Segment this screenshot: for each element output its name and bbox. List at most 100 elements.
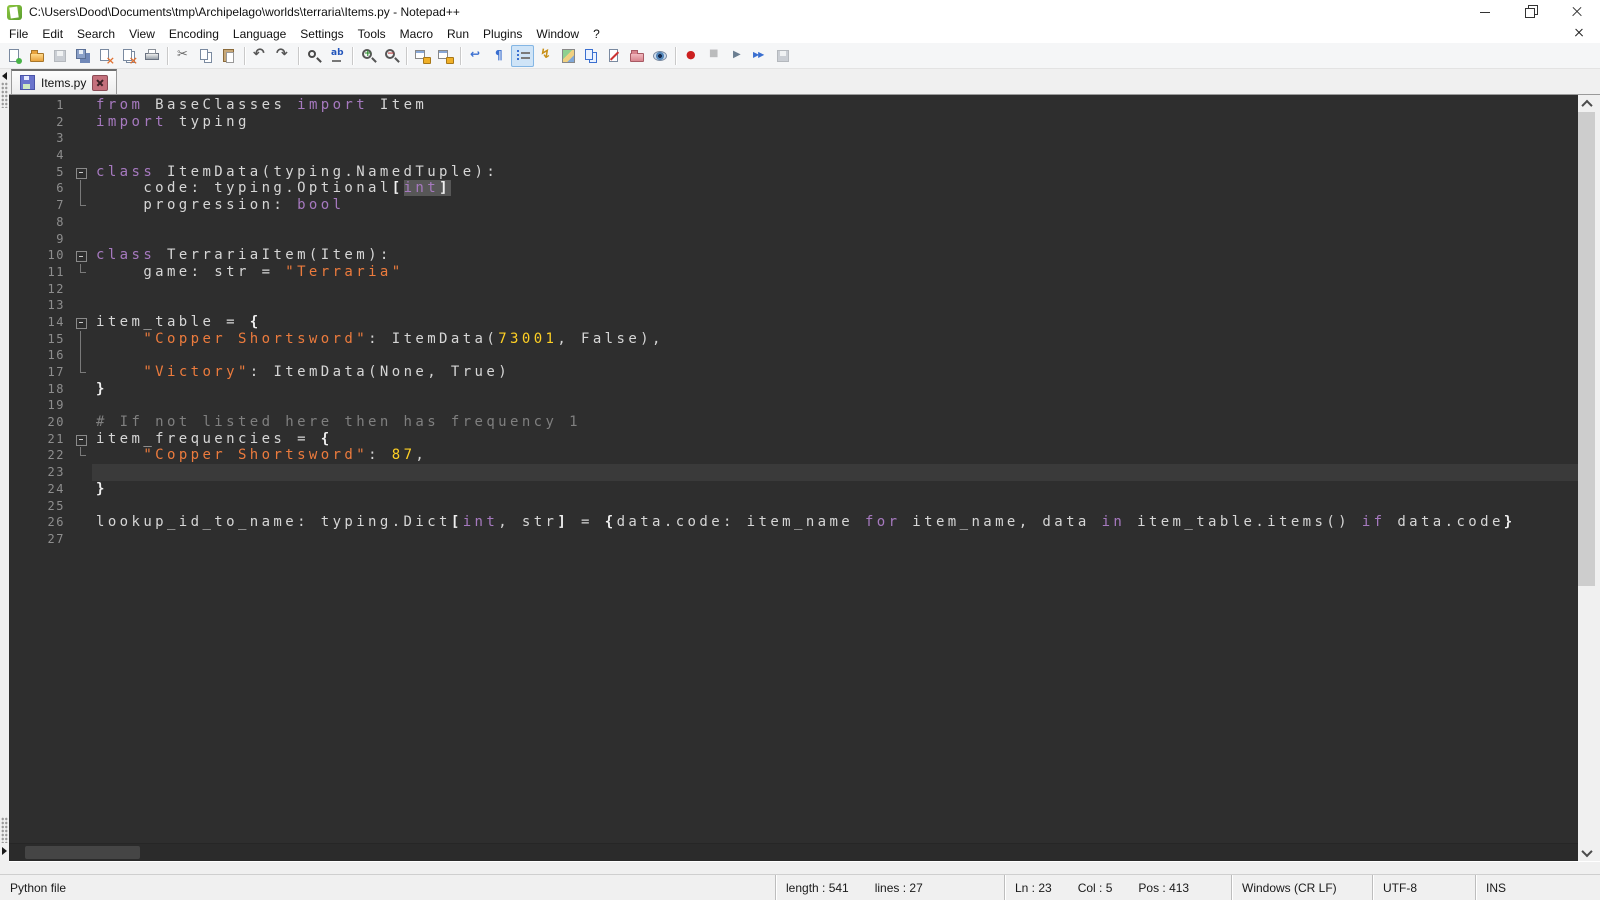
fold-margin [74, 197, 92, 214]
notepad-plus-plus-window: C:\Users\Dood\Documents\tmp\Archipelago\… [0, 0, 1600, 900]
folder-as-workspace-icon [629, 48, 646, 64]
macro-record-button[interactable] [680, 45, 703, 67]
close-button[interactable] [95, 45, 118, 67]
code-line: 13 [9, 297, 1578, 314]
menu-item-settings[interactable]: Settings [293, 25, 350, 43]
code-line: 8 [9, 214, 1578, 231]
menu-item-plugins[interactable]: Plugins [476, 25, 529, 43]
close-button[interactable] [1554, 0, 1600, 24]
code-text [92, 531, 1578, 548]
menu-item-tools[interactable]: Tools [351, 25, 393, 43]
line-number: 12 [9, 281, 74, 298]
code-text: "Victory": ItemData(None, True) [92, 364, 1578, 381]
word-wrap-button[interactable] [465, 45, 488, 67]
code-line: 17 "Victory": ItemData(None, True) [9, 364, 1578, 381]
fold-collapse-icon[interactable] [74, 431, 92, 448]
open-file-button[interactable] [26, 45, 49, 67]
code-line: 5class ItemData(typing.NamedTuple): [9, 164, 1578, 181]
paste-icon [221, 48, 238, 64]
menu-item-view[interactable]: View [122, 25, 162, 43]
macro-run-multiple-button[interactable] [749, 45, 772, 67]
text-editor[interactable]: 1from BaseClasses import Item2import typ… [9, 95, 1578, 843]
fold-collapse-icon[interactable] [74, 247, 92, 264]
menu-item-edit[interactable]: Edit [35, 25, 70, 43]
close-icon [1571, 6, 1583, 18]
function-list-button[interactable] [603, 45, 626, 67]
macro-playback-button[interactable] [726, 45, 749, 67]
line-number: 4 [9, 147, 74, 164]
horizontal-scrollbar-thumb[interactable] [25, 846, 140, 859]
tab-close-icon[interactable] [92, 75, 108, 91]
paste-button[interactable] [218, 45, 241, 67]
folder-as-workspace-button[interactable] [626, 45, 649, 67]
restore-button[interactable] [1508, 0, 1554, 24]
status-insert-mode[interactable]: INS [1475, 875, 1600, 900]
copy-button[interactable] [195, 45, 218, 67]
cut-button[interactable] [172, 45, 195, 67]
fold-margin [74, 130, 92, 147]
scroll-down-button[interactable] [1578, 844, 1595, 861]
new-file-button[interactable] [3, 45, 26, 67]
line-number: 25 [9, 498, 74, 515]
menu-item-macro[interactable]: Macro [393, 25, 440, 43]
macro-stop-button[interactable] [703, 45, 726, 67]
tab-items-py[interactable]: Items.py [11, 69, 117, 94]
bottom-dock-strip [0, 861, 1600, 874]
macro-run-multiple-icon [752, 48, 769, 64]
dock-collapse-right-icon[interactable] [2, 847, 7, 855]
undo-icon [252, 48, 269, 64]
line-number: 27 [9, 531, 74, 548]
minimize-button[interactable] [1462, 0, 1508, 24]
dock-splitter-strip [0, 69, 9, 863]
menu-item-run[interactable]: Run [440, 25, 476, 43]
document-list-button[interactable] [580, 45, 603, 67]
monitoring-button[interactable] [649, 45, 672, 67]
save-button[interactable] [49, 45, 72, 67]
replace-button[interactable] [326, 45, 349, 67]
vertical-scrollbar-thumb[interactable] [1578, 112, 1595, 586]
dock-grip-dots[interactable] [1, 817, 8, 843]
line-number: 19 [9, 397, 74, 414]
menu-item-help[interactable]: ? [586, 25, 607, 43]
horizontal-scrollbar[interactable] [9, 843, 1578, 861]
fold-margin [74, 364, 92, 381]
status-cursor-position: Ln : 23 Col : 5 Pos : 413 [1004, 875, 1231, 900]
redo-button[interactable] [272, 45, 295, 67]
menu-item-window[interactable]: Window [529, 25, 586, 43]
line-number: 7 [9, 197, 74, 214]
sync-vertical-scrolling-button[interactable] [411, 45, 434, 67]
define-your-language-button[interactable] [534, 45, 557, 67]
code-text: # If not listed here then has frequency … [92, 414, 1578, 431]
dock-collapse-left-icon[interactable] [2, 72, 7, 80]
sync-horizontal-scrolling-button[interactable] [434, 45, 457, 67]
show-indent-guide-button[interactable] [511, 45, 534, 67]
save-all-button[interactable] [72, 45, 95, 67]
print-button[interactable] [141, 45, 164, 67]
menu-item-language[interactable]: Language [226, 25, 293, 43]
code-text [92, 147, 1578, 164]
code-line: 9 [9, 231, 1578, 248]
menu-item-search[interactable]: Search [70, 25, 122, 43]
find-button[interactable] [303, 45, 326, 67]
save-icon [52, 48, 69, 64]
zoom-out-button[interactable] [380, 45, 403, 67]
close-all-button[interactable] [118, 45, 141, 67]
sync-vertical-scrolling-icon [414, 48, 431, 64]
macro-save-button[interactable] [772, 45, 795, 67]
code-text [92, 397, 1578, 414]
line-number: 26 [9, 514, 74, 531]
menu-close-icon[interactable] [1574, 27, 1584, 37]
code-text: } [92, 481, 1578, 498]
menu-item-encoding[interactable]: Encoding [162, 25, 226, 43]
fold-collapse-icon[interactable] [74, 164, 92, 181]
undo-button[interactable] [249, 45, 272, 67]
scroll-up-button[interactable] [1578, 95, 1595, 112]
fold-collapse-icon[interactable] [74, 314, 92, 331]
show-all-characters-button[interactable] [488, 45, 511, 67]
dock-grip-dots[interactable] [1, 82, 8, 108]
document-map-button[interactable] [557, 45, 580, 67]
menu-item-file[interactable]: File [2, 25, 35, 43]
line-number: 3 [9, 130, 74, 147]
zoom-in-button[interactable] [357, 45, 380, 67]
vertical-scrollbar[interactable] [1578, 95, 1595, 861]
